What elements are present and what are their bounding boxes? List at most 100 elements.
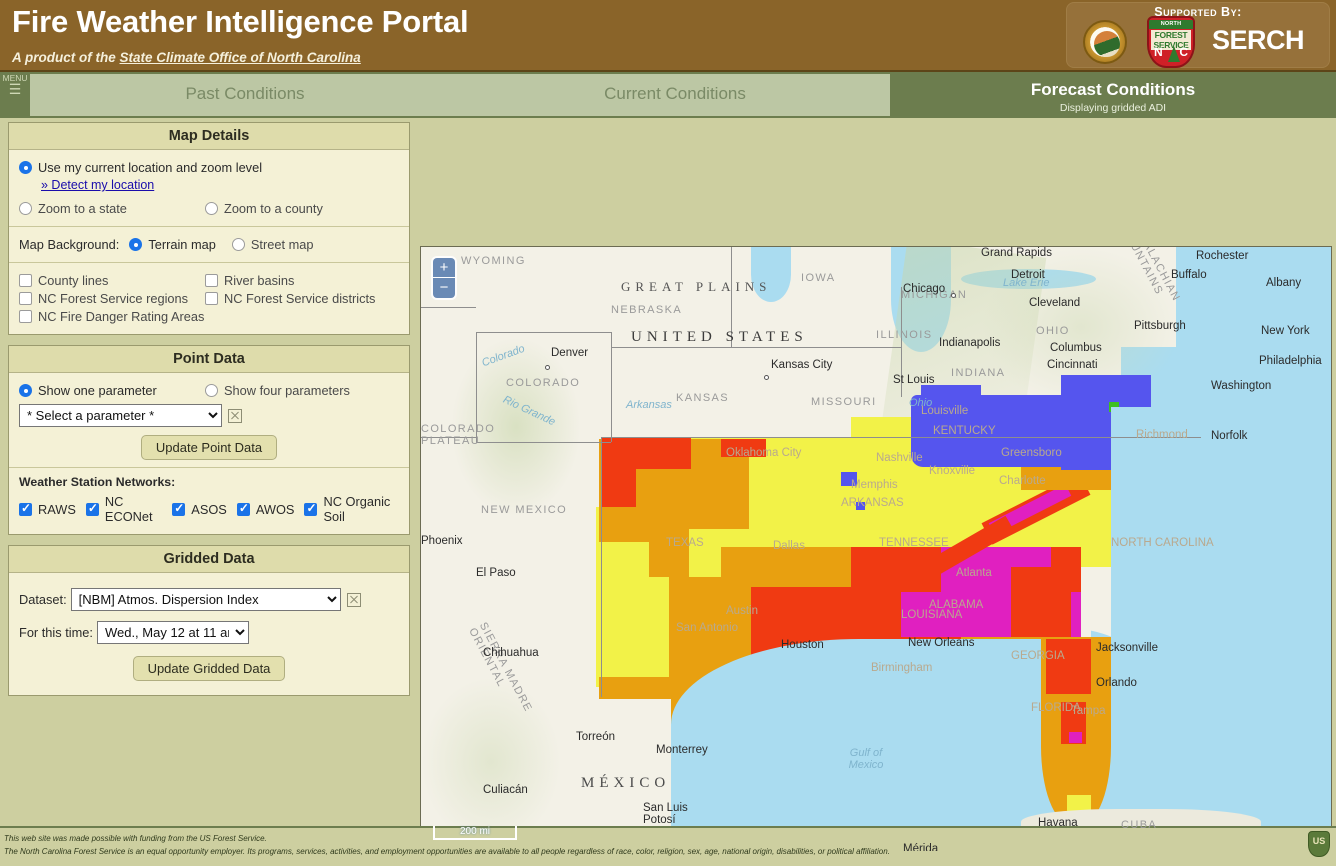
point-data-parameter-section: Show one parameter Show four parameters … [9,373,409,467]
parameter-select-row: * Select a parameter * [19,404,399,427]
time-row: For this time: Wed., May 12 at 11 am [19,621,399,644]
zoom-in-button[interactable]: + [433,258,455,278]
networks-row: RAWS NC ECONet ASOS AWOS NC Organic Soil [19,494,399,524]
radio-row-current-location[interactable]: Use my current location and zoom level [19,160,399,175]
update-point-data-row: Update Point Data [19,435,399,460]
dataset-select[interactable]: [NBM] Atmos. Dispersion Index [70,588,341,611]
update-gridded-data-button[interactable]: Update Gridded Data [132,656,286,681]
map-zoom-controls[interactable]: + − [433,258,455,298]
checkbox-river-basins-label: River basins [224,273,295,288]
brand-subtitle-prefix: A product of the [12,50,120,65]
map-overlays-section: County lines River basins NC Forest Serv… [9,263,409,334]
gridded-data-section: Dataset: [NBM] Atmos. Dispersion Index F… [9,573,409,695]
checkbox-nc-forest-service-districts[interactable] [205,292,218,305]
app-header: Fire Weather Intelligence Portal A produ… [0,0,1336,72]
overlay-row-2: NC Forest Service regions NC Forest Serv… [19,291,399,306]
checkbox-county-lines-label: County lines [38,273,109,288]
tab-forecast-conditions-sublabel: Displaying gridded ADI [1059,102,1167,114]
checkbox-river-basins[interactable] [205,274,218,287]
detect-location-row[interactable]: » Detect my location [41,178,399,192]
time-label: For this time: [19,625,93,640]
checkbox-nc-organic-soil-label: NC Organic Soil [323,494,391,524]
radio-zoom-to-county-label: Zoom to a county [224,201,323,216]
panel-map-details: Map Details Use my current location and … [8,122,410,335]
checkbox-nc-forest-service-regions-label: NC Forest Service regions [38,291,189,306]
map-scale-bar: 200 mi [433,826,517,840]
main-content: Map Details Use my current location and … [0,118,1336,866]
clear-dataset-button[interactable] [346,592,361,607]
tab-forecast-conditions-label: Forecast Conditions [1030,80,1196,99]
dataset-label: Dataset: [19,592,67,607]
checkbox-nc-econet[interactable] [85,501,99,516]
update-gridded-data-row: Update Gridded Data [19,656,399,681]
checkbox-row-nc-fs-regions[interactable]: NC Forest Service regions [19,291,205,306]
panel-gridded-data: Gridded Data Dataset: [NBM] Atmos. Dispe… [8,545,410,696]
dataset-row: Dataset: [NBM] Atmos. Dispersion Index [19,588,399,611]
detect-my-location-link[interactable]: » Detect my location [41,178,154,192]
map-canvas[interactable]: + − 200 mi WYOMING NEBRASKA IOWA COLORAD… [421,247,1331,851]
map-details-location-section: Use my current location and zoom level »… [9,150,409,226]
checkbox-raws[interactable] [19,501,32,516]
checkbox-raws-label: RAWS [38,501,76,517]
radio-row-show-one[interactable]: Show one parameter [19,383,205,398]
weather-station-networks-section: Weather Station Networks: RAWS NC ECONet… [9,468,409,534]
parameter-select[interactable]: * Select a parameter * [19,404,222,427]
radio-show-one-parameter-label: Show one parameter [38,383,157,398]
sidebar-controls: Map Details Use my current location and … [8,122,410,706]
checkbox-county-lines[interactable] [19,274,32,287]
checkbox-awos-label: AWOS [255,501,295,517]
page-title: Fire Weather Intelligence Portal [12,4,469,39]
map-viewport[interactable]: + − 200 mi WYOMING NEBRASKA IOWA COLORAD… [420,246,1332,852]
checkbox-row-nc-fs-districts[interactable]: NC Forest Service districts [205,291,391,306]
checkbox-row-fire-danger-areas[interactable]: NC Fire Danger Rating Areas [19,309,204,324]
city-dot-chicago [951,293,956,298]
city-dot-denver [545,365,550,370]
zoom-options-row: Zoom to a state Zoom to a county [19,201,399,216]
tab-current-conditions[interactable]: Current Conditions [460,74,890,116]
nc-forest-service-shield-icon: NORTH CAROLINA FOREST SERVICE N C [1147,16,1195,68]
map-background-row: Map Background: Terrain map Street map [19,237,399,252]
time-select[interactable]: Wed., May 12 at 11 am [96,621,249,644]
map-background-label: Map Background: [19,237,120,252]
radio-street-map-label: Street map [250,237,314,252]
page-footer: This web site was made possible with fun… [0,826,1336,866]
radio-terrain-map[interactable] [129,238,143,251]
checkbox-nc-fire-danger-rating-areas[interactable] [19,310,32,323]
checkbox-asos[interactable] [172,501,186,516]
panel-gridded-data-title: Gridded Data [9,546,409,573]
radio-show-one-parameter[interactable] [19,384,32,397]
shield-letter-c: C [1179,45,1188,59]
usfs-shield-icon [1308,831,1330,857]
tab-past-conditions[interactable]: Past Conditions [30,74,460,116]
city-dot-kansas-city [764,375,769,380]
map-background-section: Map Background: Terrain map Street map [9,227,409,262]
checkbox-nc-forest-service-districts-label: NC Forest Service districts [224,291,376,306]
menu-button[interactable]: MENU ☰ [0,72,30,118]
checkbox-asos-label: ASOS [191,501,227,517]
brand-subtitle: A product of the State Climate Office of… [12,50,361,65]
state-climate-office-link[interactable]: State Climate Office of North Carolina [120,50,361,65]
radio-row-show-four[interactable]: Show four parameters [205,383,391,398]
checkbox-nc-organic-soil[interactable] [304,501,318,516]
checkbox-row-river-basins[interactable]: River basins [205,273,391,288]
radio-show-four-parameters[interactable] [205,384,218,397]
hamburger-icon: ☰ [8,81,22,97]
tab-current-conditions-label: Current Conditions [604,84,746,103]
checkbox-nc-forest-service-regions[interactable] [19,292,32,305]
radio-zoom-to-county[interactable] [205,202,218,215]
radio-row-zoom-state[interactable]: Zoom to a state [19,201,205,216]
radio-zoom-to-state[interactable] [19,202,32,215]
checkbox-awos[interactable] [236,501,250,516]
weather-station-networks-label: Weather Station Networks: [19,475,176,489]
supported-by-box: Supported By: NORTH CAROLINA FOREST SERV… [1066,2,1330,68]
main-tab-bar: MENU ☰ Past Conditions Current Condition… [0,72,1336,118]
zoom-out-button[interactable]: − [433,278,455,298]
radio-street-map[interactable] [231,238,245,251]
update-point-data-button[interactable]: Update Point Data [140,435,278,460]
checkbox-row-county-lines[interactable]: County lines [19,273,205,288]
clear-parameter-button[interactable] [228,408,242,423]
radio-use-current-location[interactable] [19,161,32,174]
radio-show-four-parameters-label: Show four parameters [224,383,350,398]
radio-row-zoom-county[interactable]: Zoom to a county [205,201,391,216]
tab-forecast-conditions[interactable]: Forecast Conditions Displaying gridded A… [890,74,1336,116]
